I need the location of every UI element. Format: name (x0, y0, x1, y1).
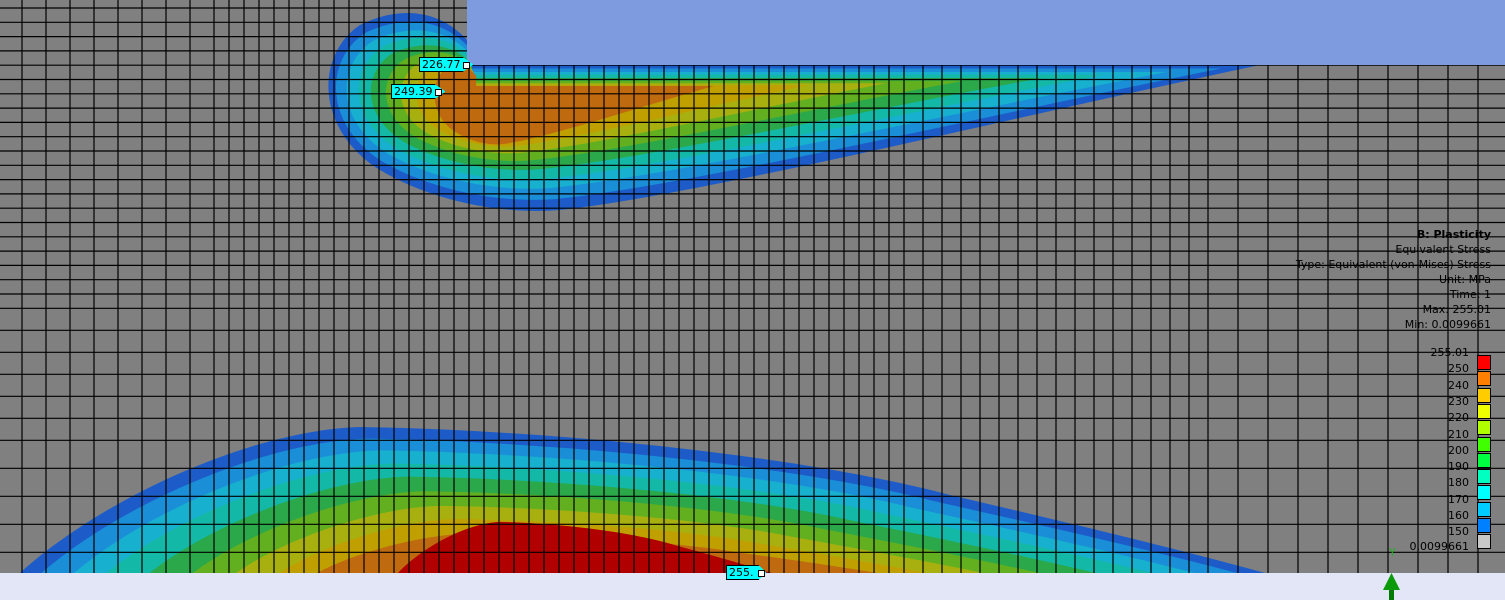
legend-swatch (1477, 469, 1491, 485)
probe-point (758, 570, 765, 577)
legend-swatch (1477, 534, 1491, 550)
legend-swatch (1477, 518, 1491, 533)
legend-scale-label: 160 (1448, 509, 1469, 522)
legend-result: Equivalent Stress (1395, 243, 1491, 256)
legend-scale-label: 150 (1448, 525, 1469, 539)
model-viewport[interactable] (0, 0, 1505, 600)
legend-swatch (1477, 371, 1491, 387)
legend-swatch (1477, 387, 1491, 403)
legend-swatch (1477, 420, 1491, 436)
legend-scale-label: 180 (1448, 476, 1469, 490)
legend-swatch (1477, 403, 1491, 419)
legend-swatch (1477, 452, 1491, 468)
legend-swatch (1477, 436, 1491, 452)
legend-scale-label: 200 (1448, 443, 1469, 457)
probe-point (463, 62, 470, 69)
legend-scale-label: 255.01 (1430, 346, 1470, 359)
legend-title: B: Plasticity (1416, 228, 1491, 241)
legend-scale-label: 210 (1448, 427, 1469, 441)
legend-time: Time: 1 (1449, 288, 1491, 301)
legend-scale-label: 240 (1448, 378, 1469, 392)
contact-body-block (467, 0, 1505, 65)
legend-unit: Unit: MPa (1439, 273, 1491, 286)
legend-scale-label: 220 (1448, 411, 1469, 425)
legend-swatch (1477, 355, 1491, 370)
legend-max: Max: 255.01 (1422, 303, 1491, 316)
legend-scale-label: 250 (1448, 362, 1469, 376)
legend-type: Type: Equivalent (von-Mises) Stress (1295, 258, 1491, 271)
legend-scale-label: 190 (1448, 460, 1469, 474)
legend-scale-label: 170 (1448, 492, 1469, 506)
legend-min: Min: 0.0099661 (1404, 318, 1491, 331)
legend-swatch (1477, 501, 1491, 517)
legend-min-label: 0.0099661 (1409, 540, 1470, 553)
triad-y-label: Y (1389, 546, 1396, 559)
legend-scale-label: 230 (1448, 394, 1469, 408)
probe-point (435, 89, 442, 96)
legend-swatch (1477, 485, 1491, 501)
